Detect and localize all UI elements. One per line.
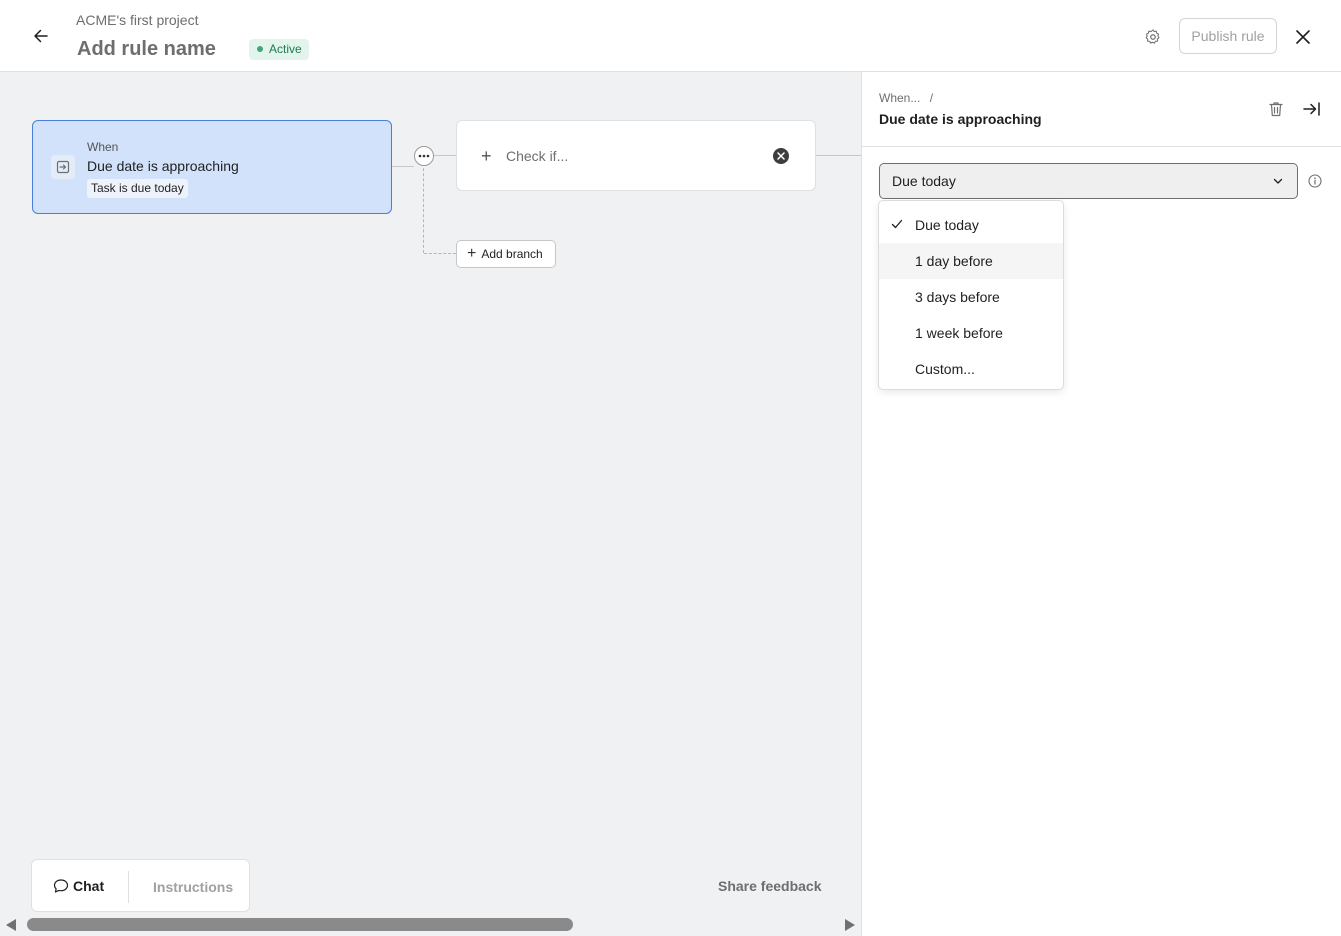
tab-chat[interactable]: Chat <box>53 878 104 894</box>
connector-line <box>816 155 861 156</box>
tab-instructions[interactable]: Instructions <box>153 879 233 895</box>
chevron-down-icon <box>1273 178 1283 184</box>
info-icon[interactable] <box>1308 174 1322 188</box>
breadcrumb-item[interactable]: When... <box>879 91 920 105</box>
panel-title: Due date is approaching <box>879 111 1042 127</box>
option-due-today[interactable]: Due today <box>879 207 1063 243</box>
option-1-week-before[interactable]: 1 week before <box>879 315 1063 351</box>
breadcrumb: When... / <box>879 91 933 105</box>
scroll-left-arrow-icon[interactable] <box>6 919 16 931</box>
plus-icon: + <box>467 245 477 262</box>
more-options-button[interactable] <box>414 146 434 166</box>
breadcrumb-separator: / <box>929 91 934 105</box>
close-button[interactable] <box>1290 24 1316 50</box>
add-branch-button[interactable]: + Add branch <box>456 240 556 268</box>
delete-button[interactable] <box>1266 98 1286 120</box>
top-header: ACME's first project Add rule name Activ… <box>0 0 1341 72</box>
arrow-left-icon <box>34 29 48 43</box>
divider <box>128 871 129 903</box>
branch-connector <box>423 163 424 253</box>
plus-icon: + <box>481 146 492 166</box>
panel-header: When... / Due date is approaching <box>862 72 1341 147</box>
bottom-tab-bar: Chat Instructions <box>31 859 250 912</box>
tab-chat-label: Chat <box>73 878 105 894</box>
option-label: Custom... <box>915 361 975 377</box>
trigger-label: When <box>87 140 119 154</box>
option-label: 1 day before <box>915 253 993 269</box>
back-button[interactable] <box>26 22 56 50</box>
due-date-select[interactable]: Due today <box>879 163 1298 199</box>
scroll-right-arrow-icon[interactable] <box>845 919 855 931</box>
status-badge: Active <box>249 39 309 60</box>
option-custom[interactable]: Custom... <box>879 351 1063 387</box>
settings-button[interactable] <box>1140 24 1166 50</box>
option-label: 3 days before <box>915 289 1000 305</box>
rule-canvas[interactable]: When Due date is approaching Task is due… <box>0 72 861 936</box>
check-if-label: Check if... <box>506 148 569 164</box>
option-1-day-before[interactable]: 1 day before <box>879 243 1063 279</box>
checkmark-icon <box>891 219 903 229</box>
trigger-title: Due date is approaching <box>87 158 239 174</box>
more-horizontal-icon <box>418 154 430 158</box>
horizontal-scrollbar[interactable] <box>0 913 861 936</box>
details-panel: When... / Due date is approaching Due to… <box>861 72 1341 936</box>
collapse-panel-button[interactable] <box>1301 98 1323 120</box>
close-icon <box>1296 30 1310 44</box>
trigger-condition-chip: Task is due today <box>87 179 188 198</box>
select-value: Due today <box>892 173 956 189</box>
project-name: ACME's first project <box>76 12 199 28</box>
collapse-right-icon <box>1303 102 1320 116</box>
due-date-dropdown-menu: Due today 1 day before 3 days before 1 w… <box>878 200 1064 390</box>
trigger-card[interactable]: When Due date is approaching Task is due… <box>32 120 392 214</box>
rule-name-input[interactable]: Add rule name <box>77 38 216 61</box>
connector-line <box>434 155 456 156</box>
add-branch-label: Add branch <box>481 247 543 261</box>
share-feedback-link[interactable]: Share feedback <box>718 878 822 894</box>
calendar-arrow-icon <box>51 155 75 179</box>
gear-icon <box>1145 29 1160 44</box>
remove-circle-icon[interactable] <box>773 148 789 164</box>
option-label: Due today <box>915 217 979 233</box>
trash-icon <box>1269 102 1283 117</box>
check-if-card[interactable]: + Check if... <box>456 120 816 191</box>
option-3-days-before[interactable]: 3 days before <box>879 279 1063 315</box>
option-label: 1 week before <box>915 325 1003 341</box>
scrollbar-thumb[interactable] <box>27 918 573 931</box>
chat-bubble-icon <box>53 879 69 893</box>
publish-rule-button[interactable]: Publish rule <box>1179 18 1277 54</box>
connector-line <box>392 166 414 167</box>
branch-connector <box>424 253 456 254</box>
